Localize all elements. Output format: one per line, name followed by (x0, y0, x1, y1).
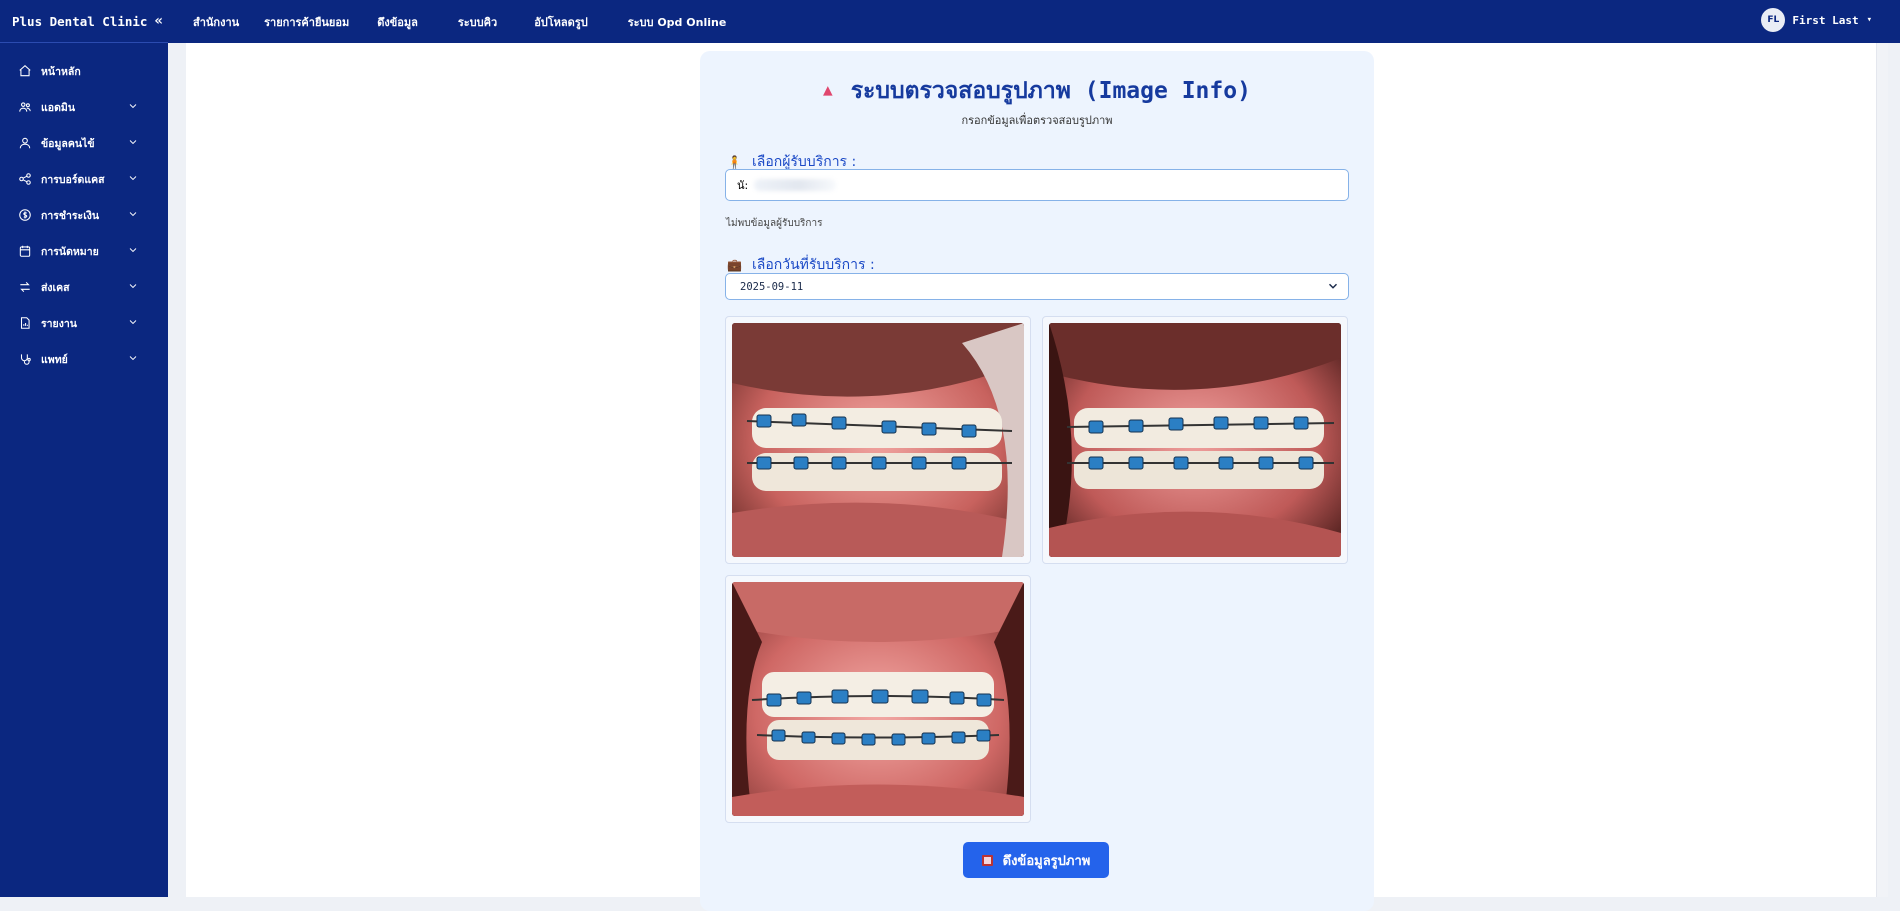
home-icon (19, 65, 31, 77)
service-date-select[interactable]: 2025-09-11 (725, 273, 1349, 300)
sidebar-item-label: การบอร์ดแคส (41, 173, 105, 186)
scrollbar[interactable] (1876, 43, 1888, 897)
top-bar: Plus Dental Clinic « สำนักงาน รายการค้าย… (0, 0, 1900, 43)
topnav-queue[interactable]: ระบบคิว (458, 13, 497, 31)
main-content: ▲ ระบบตรวจสอบรูปภาพ (Image Info) กรอกข้อม… (186, 43, 1888, 911)
chevron-down-icon (129, 284, 137, 289)
triangle-icon: ▲ (823, 80, 833, 99)
sidebar-item-send-case[interactable]: ส่งเคส (0, 269, 168, 305)
report-icon (20, 317, 30, 329)
briefcase-icon: 💼 (727, 258, 742, 272)
dental-photo (732, 582, 1024, 816)
topnav-opd-online[interactable]: ระบบ Opd Online (628, 13, 727, 31)
dental-photo (732, 323, 1024, 557)
chevron-down-icon (129, 104, 137, 109)
transfer-icon (20, 281, 30, 293)
sidebar-item-label: แอดมิน (41, 101, 75, 114)
stethoscope-icon (20, 354, 31, 365)
user-icon (19, 137, 31, 149)
image-thumbnail-front[interactable] (725, 575, 1031, 823)
sidebar-item-broadcast[interactable]: การบอร์ดแคส (0, 161, 168, 197)
brand-name: Plus Dental Clinic (12, 13, 148, 29)
fetch-images-label: ดึงข้อมูลรูปภาพ (1002, 853, 1091, 869)
calendar-icon (19, 245, 31, 257)
chevron-down-icon: ▾ (1866, 15, 1872, 25)
users-icon (19, 102, 31, 112)
topnav-pull-data[interactable]: ดึงข้อมูล (377, 13, 418, 31)
image-thumbnail-left[interactable] (1042, 316, 1348, 564)
sidebar-item-label: แพทย์ (41, 353, 68, 366)
user-menu[interactable]: FL First Last ▾ (1761, 8, 1872, 32)
chevron-down-icon (129, 176, 137, 181)
double-chevron-left-icon[interactable]: « (154, 13, 162, 29)
sidebar-item-home[interactable]: หน้าหลัก (0, 53, 168, 89)
sidebar: หน้าหลัก แอดมิน ข้อมูลคนไข้ การบอร์ดแคส … (0, 43, 168, 897)
sidebar-item-admin[interactable]: แอดมิน (0, 89, 168, 125)
patient-search-input[interactable]: นั: (725, 169, 1349, 201)
dollar-icon (19, 209, 31, 221)
dental-photo (1049, 323, 1341, 557)
chevron-down-icon (129, 320, 137, 325)
person-icon: 🧍 (727, 155, 742, 169)
user-name: First Last (1792, 13, 1859, 27)
redacted-name (754, 179, 837, 191)
top-nav: สำนักงาน รายการค้ายืนยอม ดึงข้อมูล ระบบค… (190, 13, 726, 31)
image-icon (981, 854, 993, 866)
image-thumbnail-right[interactable] (725, 316, 1031, 564)
topnav-upload[interactable]: อัปโหลดรูป (534, 13, 588, 31)
share-icon (19, 173, 31, 185)
sidebar-item-label: การนัดหมาย (41, 245, 99, 258)
sidebar-item-patient[interactable]: ข้อมูลคนไข้ (0, 125, 168, 161)
sidebar-item-doctor[interactable]: แพทย์ (0, 341, 168, 377)
chevron-down-icon (129, 212, 137, 217)
chevron-down-icon (129, 356, 137, 361)
patient-not-found-text: ไม่พบข้อมูลผู้รับบริการ (726, 218, 823, 229)
brand: Plus Dental Clinic « (0, 0, 168, 43)
sidebar-item-appointment[interactable]: การนัดหมาย (0, 233, 168, 269)
sidebar-item-label: หน้าหลัก (41, 65, 81, 78)
fetch-images-button[interactable]: ดึงข้อมูลรูปภาพ (963, 842, 1109, 878)
page-title-text: ระบบตรวจสอบรูปภาพ (Image Info) (850, 78, 1251, 104)
image-info-card: ▲ ระบบตรวจสอบรูปภาพ (Image Info) กรอกข้อม… (700, 51, 1374, 911)
sidebar-item-label: รายงาน (41, 317, 77, 330)
chevron-down-icon (1328, 283, 1338, 289)
patient-input-value: นั: (737, 179, 749, 192)
topnav-requests[interactable]: รายการค้ายืนยอม (264, 13, 349, 31)
page-subtitle: กรอกข้อมูลเพื่อตรวจสอบรูปภาพ (961, 114, 1113, 127)
page-title: ▲ ระบบตรวจสอบรูปภาพ (Image Info) (700, 73, 1374, 109)
service-date-value: 2025-09-11 (740, 280, 804, 293)
avatar: FL (1761, 8, 1786, 32)
sidebar-item-label: ข้อมูลคนไข้ (41, 137, 95, 150)
sidebar-item-label: ส่งเคส (41, 281, 70, 294)
chevron-down-icon (129, 248, 137, 253)
topnav-office[interactable]: สำนักงาน (193, 13, 239, 31)
sidebar-item-label: การชำระเงิน (41, 209, 100, 222)
sidebar-item-payment[interactable]: การชำระเงิน (0, 197, 168, 233)
sidebar-item-report[interactable]: รายงาน (0, 305, 168, 341)
chevron-down-icon (129, 140, 137, 145)
